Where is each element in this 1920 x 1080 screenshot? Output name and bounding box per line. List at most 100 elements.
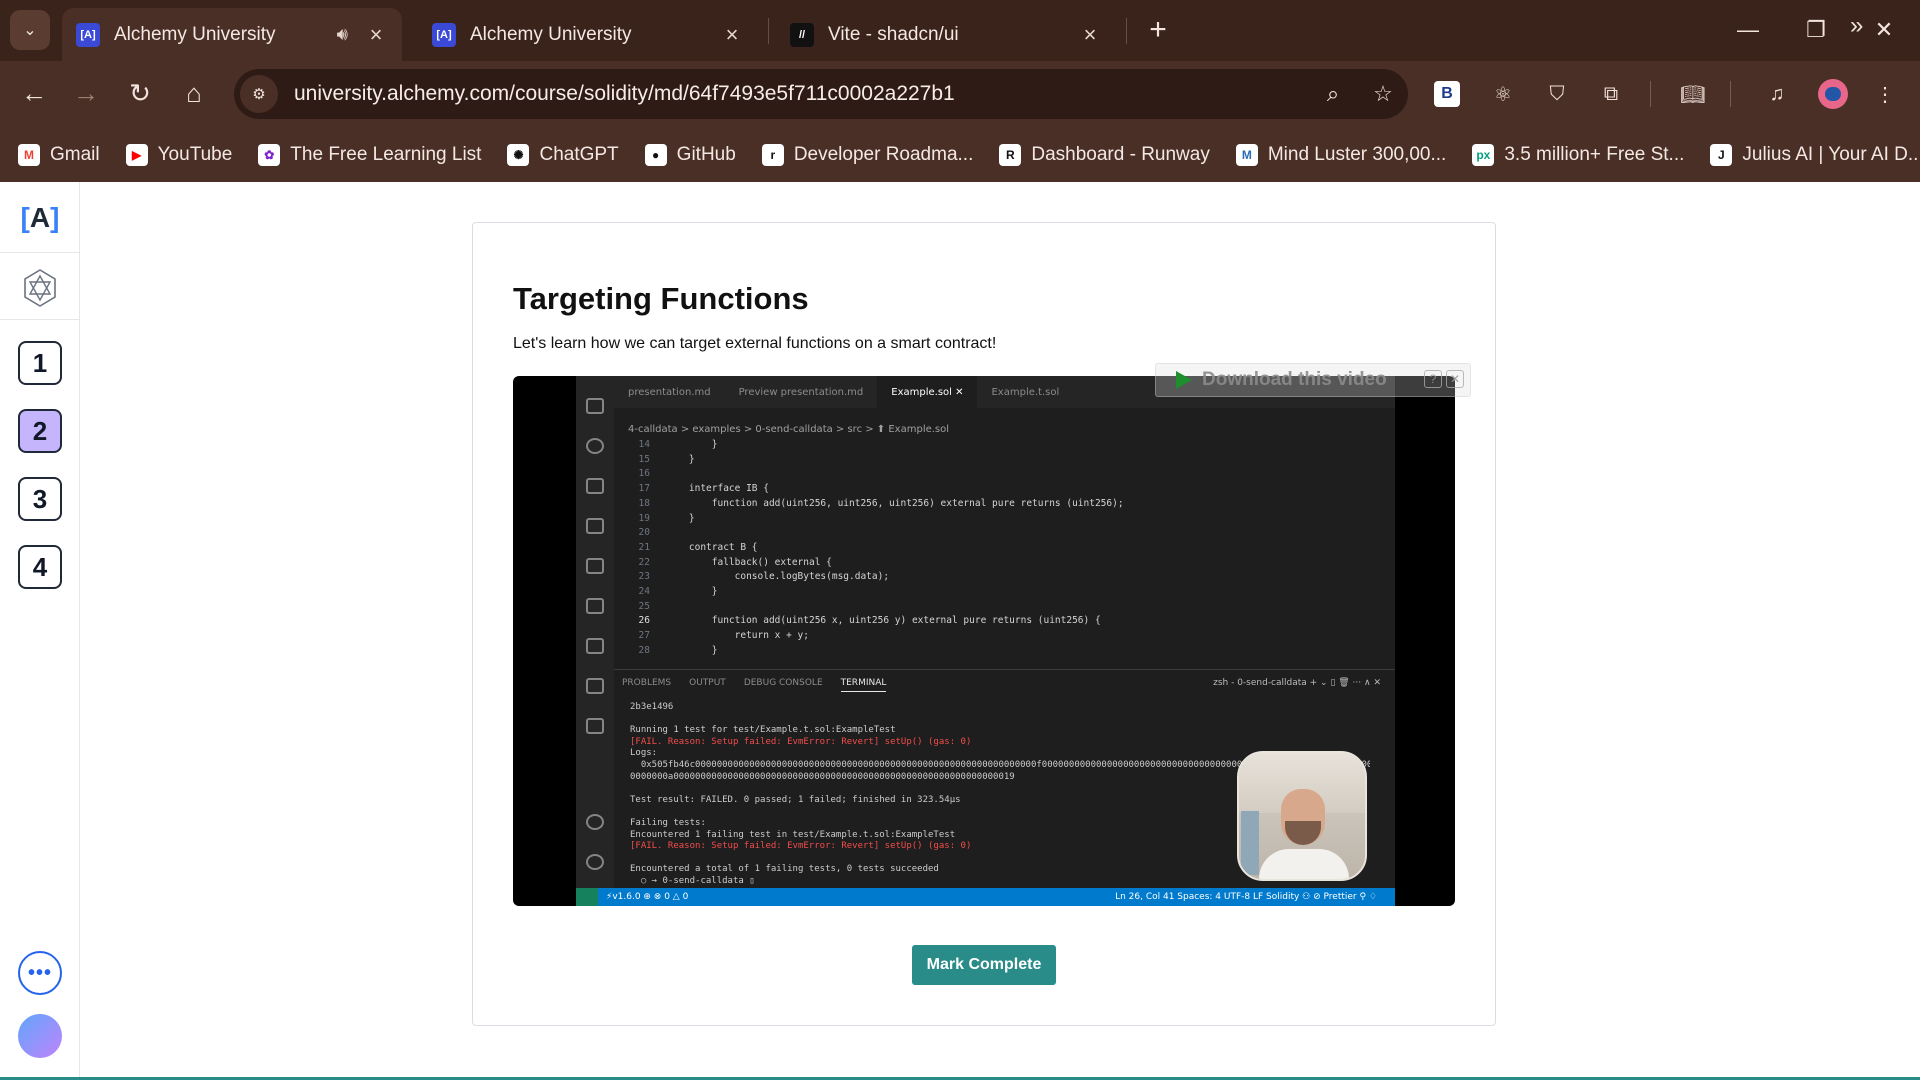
extension-b-icon[interactable]: B — [1434, 81, 1460, 107]
restore-button[interactable]: ❐ — [1786, 8, 1846, 52]
back-button[interactable]: ← — [12, 71, 56, 115]
bookmark-label: Julius AI | Your AI D... — [1742, 143, 1920, 165]
tab-search-button[interactable]: ⌄ — [10, 10, 50, 50]
step-4-button[interactable]: 4 — [18, 545, 62, 589]
settings-gear-icon — [586, 854, 604, 870]
new-tab-button[interactable]: + — [1138, 10, 1178, 50]
sidebar-divider — [0, 319, 80, 320]
bookmark-label: 3.5 million+ Free St... — [1504, 143, 1685, 165]
panel-tab-active: TERMINAL — [840, 678, 887, 692]
home-button[interactable]: ⌂ — [172, 71, 216, 115]
browser-chrome: ⌄ [A] Alchemy University 🔊︎ × [A] Alchem… — [0, 0, 1920, 182]
download-video-overlay[interactable]: Download this video ? ✕ — [1155, 363, 1471, 397]
code-editor: 14 } 15 } 16 17 interface IB {18 function a… — [614, 438, 1394, 664]
restore-icon: ❐ — [1806, 17, 1826, 42]
editor-tab: Preview presentation.md — [738, 386, 864, 398]
vscode-activity-bar — [576, 376, 614, 888]
line-number: 22 — [638, 556, 650, 568]
reading-mode-icon[interactable]: 📖︎ — [1676, 77, 1710, 111]
reload-button[interactable]: ↻ — [118, 71, 162, 115]
mark-complete-button[interactable]: Mark Complete — [912, 945, 1056, 985]
download-video-label: Download this video — [1202, 369, 1387, 390]
bookmark-item[interactable]: r Developer Roadma... — [761, 143, 973, 166]
bookmark-item[interactable]: ▶ YouTube — [125, 143, 232, 166]
minimize-button[interactable]: — — [1718, 8, 1778, 52]
code-line: 21 contract B { — [614, 541, 1394, 556]
bookmark-item[interactable]: J Julius AI | Your AI D... — [1710, 143, 1920, 166]
tab-alchemy-university-1[interactable]: [A] Alchemy University 🔊︎ × — [62, 8, 402, 61]
user-avatar[interactable] — [18, 1014, 62, 1058]
line-number: 17 — [638, 483, 650, 495]
more-bookmarks-icon[interactable]: » — [1850, 12, 1863, 40]
git-graph-icon — [586, 718, 604, 734]
bookmark-favicon-icon: ▶ — [125, 143, 148, 166]
browser-menu-icon[interactable]: ⋮ — [1868, 77, 1902, 111]
line-number: 26 — [638, 615, 650, 627]
bookmark-label: GitHub — [676, 143, 736, 165]
tab-alchemy-university-2[interactable]: [A] Alchemy University × — [418, 8, 758, 61]
logo-bracket-left: [ — [20, 202, 30, 233]
tab-separator — [1126, 18, 1127, 44]
code-text: function add(uint256, uint256, uint256) … — [666, 497, 1124, 509]
bookmark-item[interactable]: ● GitHub — [644, 143, 736, 166]
bookmark-item[interactable]: px 3.5 million+ Free St... — [1472, 143, 1685, 166]
close-tab-icon[interactable]: × — [720, 22, 744, 48]
profile-avatar[interactable] — [1818, 79, 1848, 109]
panel-tab: DEBUG CONSOLE — [743, 678, 823, 688]
course-sidebar: [A] 1 2 3 4 ••• — [0, 182, 80, 1080]
media-controls-icon[interactable]: ♫ — [1760, 77, 1794, 111]
address-bar[interactable]: ⚙ university.alchemy.com/course/solidity… — [234, 69, 1408, 119]
url-text[interactable]: university.alchemy.com/course/solidity/m… — [294, 82, 1308, 106]
tab-vite-shadcn[interactable]: // Vite - shadcn/ui × — [776, 8, 1116, 61]
code-line: 17 interface IB { — [614, 482, 1394, 497]
account-icon — [586, 814, 604, 830]
zoom-icon[interactable]: ⌕ — [1308, 81, 1358, 107]
code-line: 27 return x + y; — [614, 629, 1394, 644]
bookmark-item[interactable]: ✺ ChatGPT — [507, 143, 619, 166]
step-2-button[interactable]: 2 — [18, 409, 62, 453]
lesson-card: Targeting Functions Let's learn how we c… — [472, 222, 1496, 1026]
extensions-puzzle-icon[interactable]: ⧉ — [1594, 77, 1628, 111]
react-devtools-icon[interactable]: ⚛ — [1486, 77, 1520, 111]
code-text: fallback() external { — [666, 556, 832, 568]
plus-icon: + — [1149, 13, 1167, 46]
close-icon[interactable]: ✕ — [1446, 370, 1464, 388]
more-options-button[interactable]: ••• — [18, 951, 62, 995]
terminal-line: 2b3e1496 — [630, 702, 674, 712]
bookmark-item[interactable]: R Dashboard - Runway — [999, 143, 1210, 166]
step-3-button[interactable]: 3 — [18, 477, 62, 521]
profile-icon — [1825, 87, 1841, 101]
run-debug-icon — [586, 478, 604, 494]
extensions-icon — [586, 518, 604, 534]
bookmark-star-icon[interactable]: ☆ — [1358, 81, 1408, 107]
status-right: Ln 26, Col 41 Spaces: 4 UTF-8 LF Solidit… — [1115, 892, 1377, 902]
help-icon[interactable]: ? — [1424, 370, 1442, 388]
lesson-video-player[interactable]: presentation.md Preview presentation.md … — [513, 376, 1455, 906]
course-hexagon-icon[interactable] — [22, 268, 58, 308]
shield-icon[interactable]: ⛉ — [1540, 77, 1574, 111]
code-line: 25 — [614, 600, 1394, 615]
close-tab-icon[interactable]: × — [1078, 22, 1102, 48]
reload-icon: ↻ — [129, 77, 151, 108]
line-number: 24 — [638, 586, 650, 598]
logo-letter: A — [29, 202, 51, 233]
play-icon — [1176, 371, 1192, 389]
alchemy-favicon-icon: [A] — [432, 22, 456, 47]
bookmark-item[interactable]: M Gmail — [18, 143, 100, 166]
tune-icon: ⚙ — [252, 86, 266, 103]
remote-indicator — [576, 888, 598, 906]
bookmark-favicon-icon: r — [761, 143, 784, 166]
bookmark-label: Dashboard - Runway — [1031, 143, 1210, 165]
code-text: return x + y; — [666, 630, 809, 642]
alchemy-logo[interactable]: [A] — [18, 200, 62, 236]
site-info-button[interactable]: ⚙ — [240, 75, 278, 113]
line-number: 20 — [638, 527, 650, 539]
speaker-icon[interactable]: 🔊︎ — [337, 24, 348, 45]
bookmark-item[interactable]: ✿ The Free Learning List — [258, 143, 481, 166]
bookmark-item[interactable]: M Mind Luster 300,00... — [1235, 143, 1446, 166]
step-1-button[interactable]: 1 — [18, 341, 62, 385]
forward-button[interactable]: → — [64, 71, 108, 115]
terminal-line: Running 1 test for test/Example.t.sol:Ex… — [630, 725, 896, 736]
close-tab-icon[interactable]: × — [364, 22, 388, 48]
